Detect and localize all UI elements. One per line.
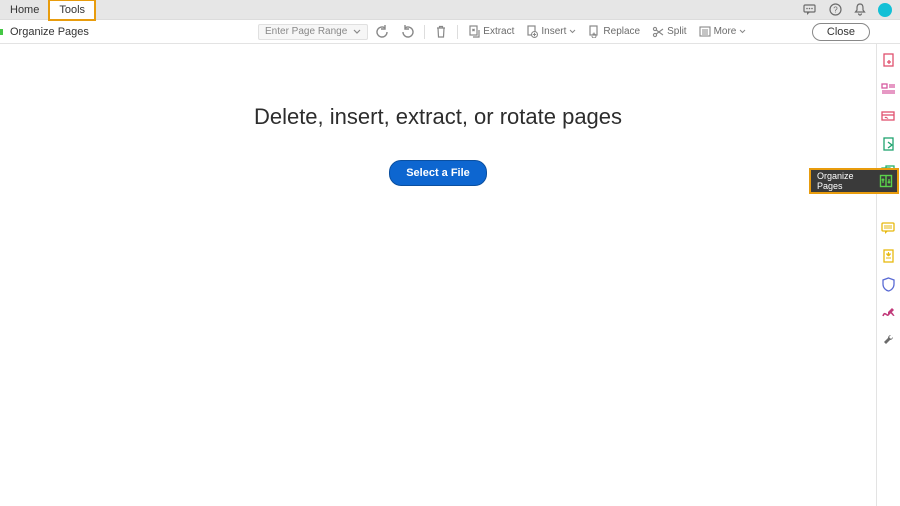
rotate-left-icon <box>376 25 389 38</box>
chat-icon[interactable] <box>803 4 817 16</box>
right-tool-rail <box>876 44 900 506</box>
insert-label: Insert <box>541 26 566 37</box>
topnav-left: Home Tools <box>0 0 95 19</box>
chevron-down-icon <box>569 29 576 34</box>
insert-icon <box>526 25 538 38</box>
page-range-input[interactable]: Enter Page Range <box>258 24 368 40</box>
subbar-right: Close <box>812 23 900 41</box>
extract-button[interactable]: Extract <box>464 23 518 40</box>
organize-toolbar: Enter Page Range Extract <box>258 23 750 40</box>
organize-pages-tooltip[interactable]: Organize Pages <box>809 168 899 194</box>
avatar[interactable] <box>878 3 892 17</box>
rail-comment-icon[interactable] <box>881 220 897 236</box>
rail-protect-icon[interactable] <box>881 276 897 292</box>
trash-icon <box>435 25 447 38</box>
replace-button[interactable]: Replace <box>584 23 644 40</box>
extract-icon <box>468 25 480 38</box>
svg-text:?: ? <box>833 6 838 15</box>
more-label: More <box>714 26 737 37</box>
rail-more-tools-icon[interactable] <box>881 332 897 348</box>
extract-label: Extract <box>483 26 514 37</box>
separator <box>424 25 425 39</box>
separator <box>457 25 458 39</box>
more-button[interactable]: More <box>695 24 751 39</box>
chevron-down-icon <box>739 29 746 34</box>
replace-icon <box>588 25 600 38</box>
more-icon <box>699 26 711 37</box>
top-bar: Home Tools ? <box>0 0 900 20</box>
rail-create-pdf-icon[interactable] <box>881 52 897 68</box>
nav-tools[interactable]: Tools <box>49 0 95 20</box>
subbar-title: Organize Pages <box>0 26 258 38</box>
replace-label: Replace <box>603 26 640 37</box>
delete-button[interactable] <box>431 23 451 40</box>
rotate-right-icon <box>401 25 414 38</box>
headline: Delete, insert, extract, or rotate pages <box>0 104 876 130</box>
rail-compress-icon[interactable] <box>881 248 897 264</box>
rotate-right-button[interactable] <box>397 23 418 40</box>
close-button[interactable]: Close <box>812 23 870 41</box>
split-button[interactable]: Split <box>648 24 690 40</box>
chevron-down-icon <box>353 29 361 35</box>
organize-pages-icon <box>879 174 893 188</box>
tooltip-label: Organize Pages <box>817 171 873 191</box>
rail-request-sign-icon[interactable] <box>881 108 897 124</box>
rotate-left-button[interactable] <box>372 23 393 40</box>
rail-fill-sign-icon[interactable] <box>881 304 897 320</box>
help-icon[interactable]: ? <box>829 3 842 16</box>
topnav-right: ? <box>803 0 900 19</box>
split-label: Split <box>667 26 686 37</box>
insert-button[interactable]: Insert <box>522 23 580 40</box>
main-area: Delete, insert, extract, or rotate pages… <box>0 44 876 506</box>
rail-edit-pdf-icon[interactable] <box>881 80 897 96</box>
nav-home[interactable]: Home <box>0 0 49 20</box>
page-range-placeholder: Enter Page Range <box>265 26 347 37</box>
rail-export-pdf-icon[interactable] <box>881 136 897 152</box>
scissors-icon <box>652 26 664 38</box>
bell-icon[interactable] <box>854 3 866 16</box>
organize-subbar: Organize Pages Enter Page Range <box>0 20 900 44</box>
select-file-button[interactable]: Select a File <box>389 160 487 186</box>
